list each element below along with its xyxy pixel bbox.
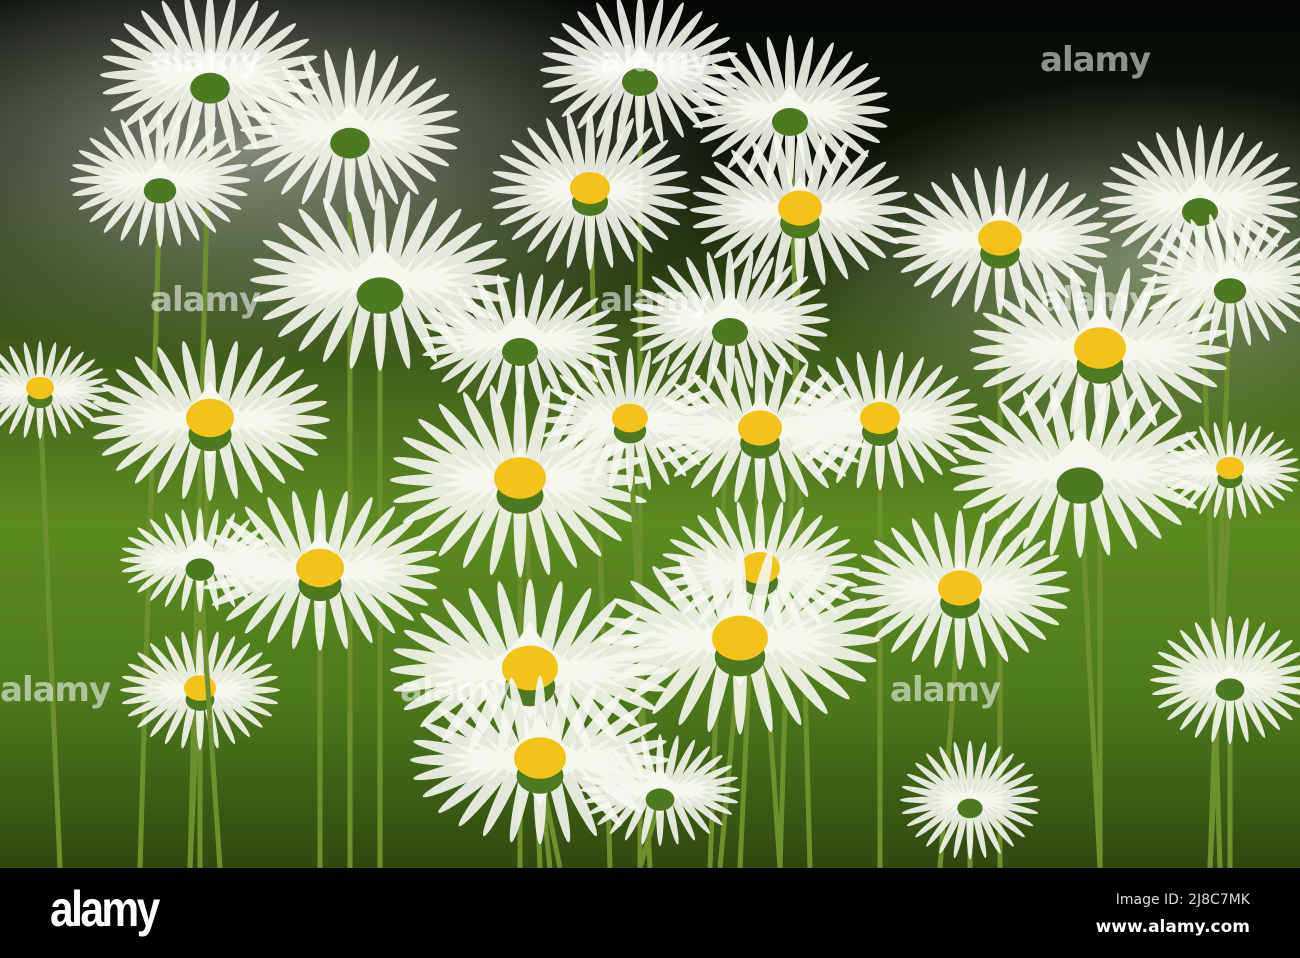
daisy-bract: [622, 68, 658, 96]
daisy-center: [1216, 456, 1244, 480]
daisy-center: [494, 457, 546, 499]
daisy-center: [778, 190, 822, 226]
daisy-center: [184, 675, 216, 701]
daisy-bract: [772, 108, 808, 136]
daisy-center: [938, 570, 982, 606]
daisy-center: [612, 403, 648, 433]
alamy-logo: alamy: [50, 881, 160, 937]
daisy-center: [514, 737, 566, 779]
daisy-bract: [502, 338, 538, 366]
daisy-field-photo: [0, 0, 1300, 868]
daisy-bract: [645, 788, 675, 811]
daisy-bract: [1215, 678, 1245, 701]
footer-bar: alamy Image ID: 2J8C7MK www.alamy.com: [0, 868, 1300, 958]
daisy-bract: [330, 127, 370, 159]
daisy-center: [738, 410, 782, 446]
daisy-center: [296, 548, 344, 588]
daisy-bract: [190, 72, 230, 104]
daisy-bract: [1056, 467, 1104, 504]
daisy-center: [978, 220, 1022, 256]
daisy-center: [26, 376, 54, 400]
daisy-bract: [1213, 278, 1247, 304]
daisy-bract: [712, 318, 748, 346]
image-id: Image ID: 2J8C7MK: [1115, 892, 1250, 908]
daisy-center: [860, 402, 900, 434]
daisy-center: [570, 172, 610, 204]
daisy-center: [712, 615, 768, 661]
website-url: www.alamy.com: [1095, 917, 1250, 937]
daisy-bract: [185, 558, 215, 581]
stock-photo: alamy alamy alamy alamy alamy alamy alamy alamy…: [0, 0, 1300, 958]
daisies-layer: [0, 0, 1300, 868]
daisy-bract: [356, 277, 404, 314]
daisy-stem: [37, 399, 63, 868]
daisy-flower: [90, 339, 330, 868]
daisy-center: [186, 398, 234, 438]
daisy-bract: [143, 178, 177, 204]
daisy-center: [1074, 327, 1126, 369]
daisy-bract: [957, 798, 983, 819]
daisy-flower: [900, 740, 1040, 868]
daisy-flower: [1150, 616, 1300, 868]
